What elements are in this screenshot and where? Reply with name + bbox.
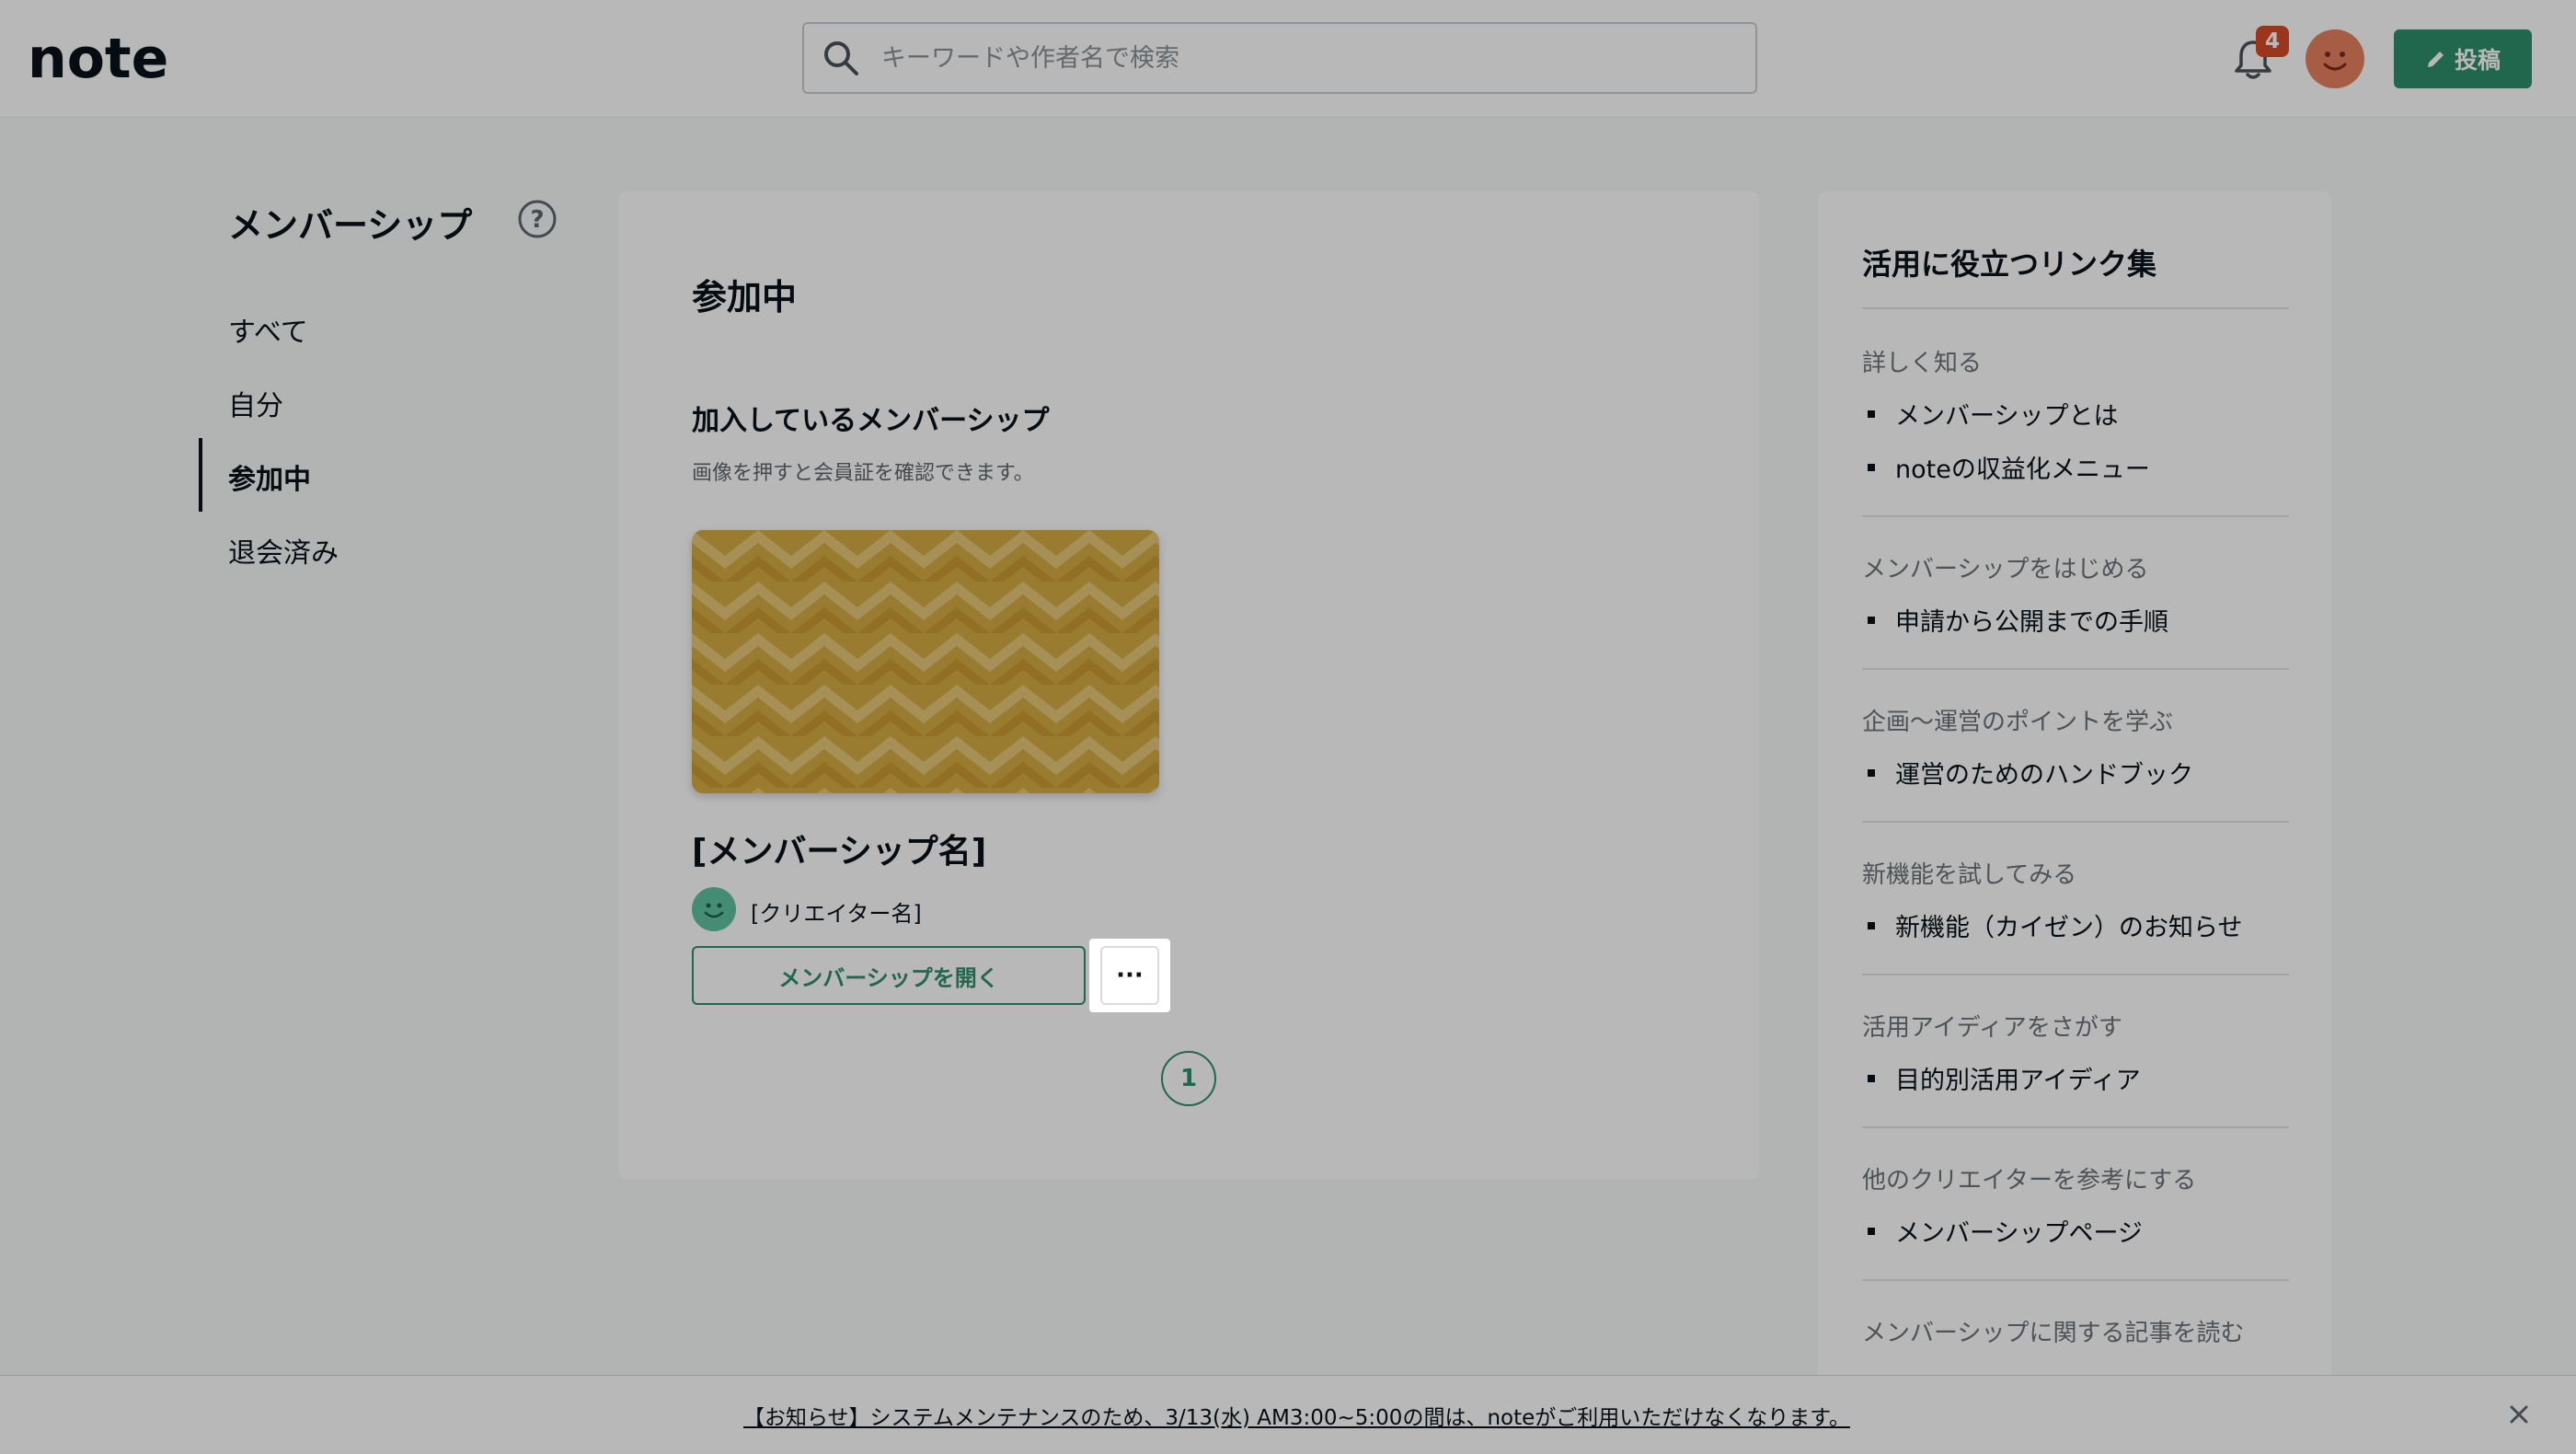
user-avatar[interactable]	[2306, 29, 2364, 88]
divider	[1862, 1126, 2289, 1128]
bullet	[1868, 616, 1875, 624]
link-monetization-menu[interactable]: noteの収益化メニュー	[1862, 449, 2150, 485]
nav-item-left[interactable]: 退会済み	[228, 530, 339, 571]
section-title: 加入しているメンバーシップ	[692, 405, 1050, 437]
pagination-page-1[interactable]: 1	[1161, 1051, 1216, 1106]
link-label: 目的別活用アイディア	[1895, 1067, 2141, 1095]
divider	[1862, 307, 2289, 309]
search-input[interactable]	[881, 43, 1709, 73]
link-usage-ideas[interactable]: 目的別活用アイディア	[1862, 1060, 2141, 1096]
divider	[1862, 974, 2289, 975]
link-group-heading: メンバーシップをはじめる	[1862, 556, 2149, 583]
card-pattern	[692, 530, 1159, 793]
link-label: メンバーシップとは	[1895, 402, 2119, 431]
open-membership-button[interactable]: メンバーシップを開く	[692, 946, 1086, 1005]
search-icon	[824, 41, 858, 75]
bullet	[1868, 1227, 1875, 1235]
section-description: 画像を押すと会員証を確認できます。	[692, 462, 1034, 485]
bullet	[1868, 921, 1875, 929]
search-box[interactable]	[802, 22, 1757, 94]
link-group-heading: 活用アイディアをさがす	[1862, 1014, 2122, 1042]
divider	[1862, 668, 2289, 670]
svg-text:?: ?	[530, 206, 544, 234]
link-group-heading: 企画〜運営のポイントを学ぶ	[1862, 709, 2174, 736]
link-group-heading: メンバーシップに関する記事を読む	[1862, 1320, 2245, 1347]
link-application-steps[interactable]: 申請から公開までの手順	[1862, 602, 2168, 638]
svg-text:note: note	[28, 28, 168, 88]
more-options-button[interactable]: ···	[1100, 946, 1159, 1005]
page-title: 参加中	[692, 277, 798, 317]
nav-item-all[interactable]: すべて	[228, 309, 308, 350]
divider	[1862, 1279, 2289, 1281]
nav-item-mine[interactable]: 自分	[228, 383, 283, 423]
link-about-membership[interactable]: メンバーシップとは	[1862, 396, 2118, 432]
top-header: note 4 投稿	[0, 0, 2576, 118]
notice-text[interactable]: 【お知らせ】システムメンテナンスのため、3/13(水) AM3:00~5:00の…	[743, 1400, 1850, 1431]
notice-bar: 【お知らせ】システムメンテナンスのため、3/13(水) AM3:00~5:00の…	[0, 1375, 2576, 1454]
link-label: メンバーシップページ	[1895, 1219, 2143, 1248]
divider	[1862, 515, 2289, 517]
link-group-heading: 他のクリエイターを参考にする	[1862, 1167, 2197, 1194]
note-logo[interactable]: note	[28, 28, 212, 88]
notification-badge: 4	[2256, 26, 2289, 57]
link-label: 申請から公開までの手順	[1895, 608, 2168, 637]
more-button-highlight: ···	[1089, 939, 1170, 1012]
bullet	[1868, 463, 1875, 471]
help-icon[interactable]: ?	[517, 199, 558, 239]
link-label: noteの収益化メニュー	[1895, 456, 2150, 484]
link-group-heading: 新機能を試してみる	[1862, 861, 2077, 889]
bullet	[1868, 1074, 1875, 1082]
links-panel	[1818, 191, 2331, 1454]
post-button[interactable]: 投稿	[2394, 29, 2532, 88]
nav-title: メンバーシップ	[228, 205, 473, 246]
links-title: 活用に役立つリンク集	[1862, 247, 2157, 282]
link-group-heading: 詳しく知る	[1862, 350, 1983, 377]
nav-active-indicator	[199, 438, 202, 512]
nav-item-joined[interactable]: 参加中	[228, 456, 311, 497]
link-membership-pages[interactable]: メンバーシップページ	[1862, 1213, 2143, 1249]
membership-card-image[interactable]	[692, 530, 1159, 793]
link-handbook[interactable]: 運営のためのハンドブック	[1862, 755, 2193, 790]
bullet	[1868, 410, 1875, 418]
creator-avatar	[692, 887, 736, 931]
link-new-features[interactable]: 新機能（カイゼン）のお知らせ	[1862, 907, 2242, 943]
creator-name: [クリエイター名]	[751, 901, 922, 927]
membership-name: [メンバーシップ名]	[692, 833, 987, 871]
link-label: 新機能（カイゼン）のお知らせ	[1895, 914, 2243, 942]
divider	[1862, 821, 2289, 823]
close-icon[interactable]	[2502, 1398, 2536, 1431]
post-button-label: 投稿	[2454, 47, 2501, 74]
bullet	[1868, 768, 1875, 777]
pencil-icon	[2427, 52, 2444, 67]
link-label: 運営のためのハンドブック	[1895, 761, 2193, 790]
